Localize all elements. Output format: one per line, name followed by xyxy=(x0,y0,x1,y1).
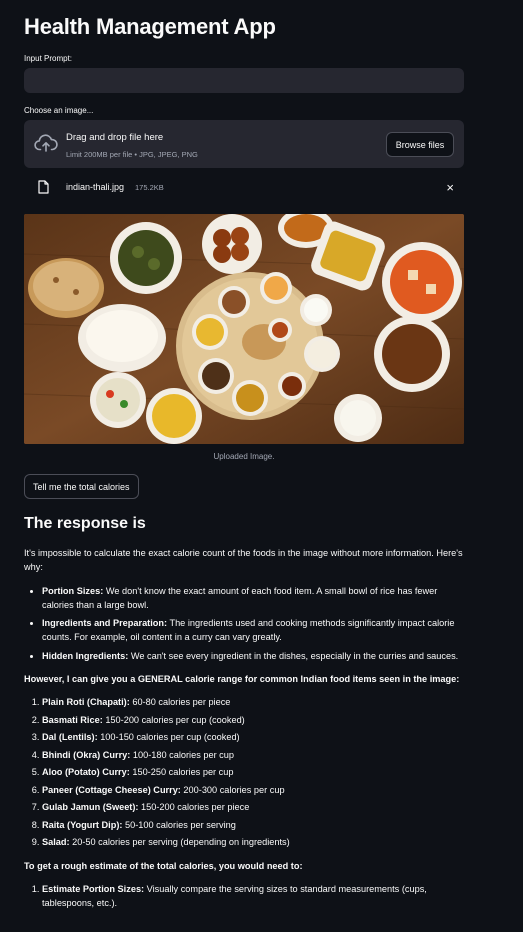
list-item: Salad: 20-50 calories per serving (depen… xyxy=(42,835,464,849)
list-item: Basmati Rice: 150-200 calories per cup (… xyxy=(42,713,464,727)
item-text: 20-50 calories per serving (depending on… xyxy=(69,837,290,848)
list-item: Estimate Portion Sizes: Visually compare… xyxy=(42,882,464,911)
prompt-label: Input Prompt: xyxy=(24,54,73,63)
calorie-items-list: Plain Roti (Chapati): 60-80 calories per… xyxy=(24,695,464,850)
list-item: Aloo (Potato) Curry: 150-250 calories pe… xyxy=(42,765,464,779)
file-dropzone[interactable]: Drag and drop file here Limit 200MB per … xyxy=(24,120,464,168)
estimate-heading: To get a rough estimate of the total cal… xyxy=(24,859,464,873)
item-title: Dal (Lentils): xyxy=(42,732,98,743)
dropzone-limit: Limit 200MB per file • JPG, JPEG, PNG xyxy=(66,150,198,159)
close-icon[interactable]: × xyxy=(446,180,454,195)
item-text: We can't see every ingredient in the dis… xyxy=(128,650,459,661)
item-text: 100-180 calories per cup xyxy=(130,749,234,760)
range-heading: However, I can give you a GENERAL calori… xyxy=(24,672,464,686)
estimate-heading-text: To get a rough estimate of the total cal… xyxy=(24,860,303,871)
item-title: Gulab Jamun (Sweet): xyxy=(42,802,139,813)
list-item: Bhindi (Okra) Curry: 100-180 calories pe… xyxy=(42,748,464,762)
file-name: indian-thali.jpg xyxy=(66,182,125,192)
list-item: Gulab Jamun (Sweet): 150-200 calories pe… xyxy=(42,800,464,814)
item-text: 200-300 calories per cup xyxy=(180,784,285,795)
response-intro: It's impossible to calculate the exact c… xyxy=(24,548,463,573)
file-size: 175.2KB xyxy=(135,183,164,192)
steps-list: Estimate Portion Sizes: Visually compare… xyxy=(24,882,464,911)
image-caption: Uploaded Image. xyxy=(213,452,275,461)
item-title: Aloo (Potato) Curry: xyxy=(42,767,130,778)
item-text: 150-200 calories per piece xyxy=(138,802,250,813)
item-text: 60-80 calories per piece xyxy=(129,697,231,707)
item-title: Paneer (Cottage Cheese) Curry: xyxy=(42,784,181,795)
file-icon xyxy=(38,180,49,194)
dropzone-title: Drag and drop file here xyxy=(66,132,164,143)
list-item: Hidden Ingredients: We can't see every i… xyxy=(42,649,464,663)
list-item: Paneer (Cottage Cheese) Curry: 200-300 c… xyxy=(42,783,464,797)
item-title: Ingredients and Preparation: xyxy=(42,618,168,628)
uploader-label: Choose an image... xyxy=(24,106,94,115)
item-title: Portion Sizes: xyxy=(42,585,104,596)
response-body: It's impossible to calculate the exact c… xyxy=(24,546,464,919)
item-text: 150-200 calories per cup (cooked) xyxy=(102,714,245,725)
uploaded-file-row: indian-thali.jpg 175.2KB × xyxy=(24,176,464,200)
item-text: 50-100 calories per serving xyxy=(122,819,236,830)
item-title: Raita (Yogurt Dip): xyxy=(42,819,123,830)
cloud-upload-icon xyxy=(34,134,58,152)
item-text: 100-150 calories per cup (cooked) xyxy=(97,732,240,743)
item-title: Basmati Rice: xyxy=(42,714,103,725)
response-heading: The response is xyxy=(24,515,146,532)
list-item: Raita (Yogurt Dip): 50-100 calories per … xyxy=(42,818,464,832)
item-title: Salad: xyxy=(42,837,70,848)
total-calories-button[interactable]: Tell me the total calories xyxy=(24,474,139,499)
list-item: Ingredients and Preparation: The ingredi… xyxy=(42,616,464,645)
reasons-list: Portion Sizes: We don't know the exact a… xyxy=(24,584,464,663)
item-title: Plain Roti (Chapati): xyxy=(42,697,130,707)
list-item: Dal (Lentils): 100-150 calories per cup … xyxy=(42,730,464,744)
thali-illustration xyxy=(24,214,464,444)
prompt-input[interactable] xyxy=(24,68,464,93)
list-item: Portion Sizes: We don't know the exact a… xyxy=(42,584,464,613)
item-title: Bhindi (Okra) Curry: xyxy=(42,749,131,760)
uploaded-food-image xyxy=(24,214,464,444)
page-title: Health Management App xyxy=(24,14,276,39)
range-heading-text: However, I can give you a GENERAL calori… xyxy=(24,673,460,684)
browse-files-button[interactable]: Browse files xyxy=(386,132,454,157)
item-title: Estimate Portion Sizes: xyxy=(42,883,145,894)
item-text: 150-250 calories per cup xyxy=(129,767,234,778)
list-item: Plain Roti (Chapati): 60-80 calories per… xyxy=(42,695,464,709)
item-title: Hidden Ingredients: xyxy=(42,650,129,661)
